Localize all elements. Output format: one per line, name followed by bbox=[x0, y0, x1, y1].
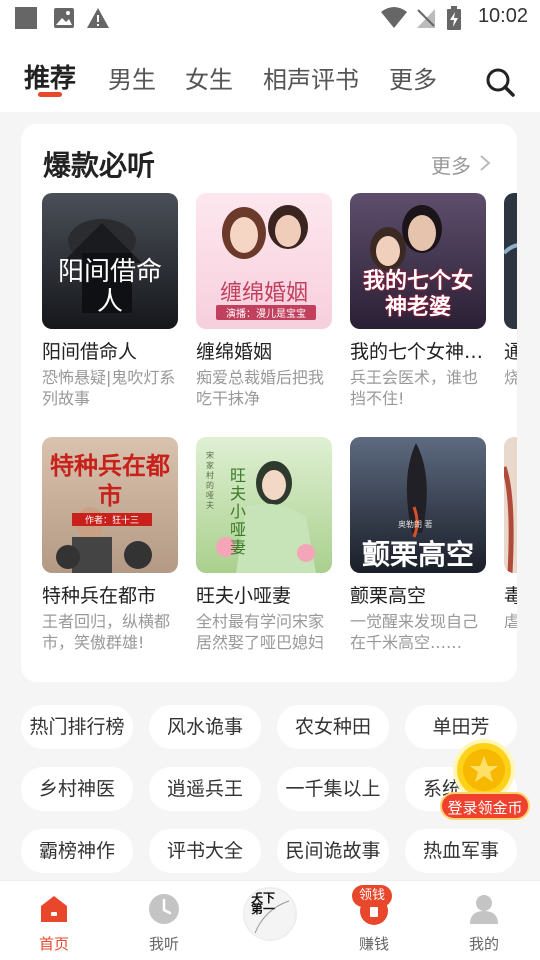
user-icon bbox=[470, 895, 498, 924]
nav-profile[interactable]: 我的 bbox=[430, 881, 538, 960]
cover-title: 特种兵在都市 bbox=[50, 452, 170, 510]
tag-chip[interactable]: 农女种田 bbox=[277, 705, 389, 749]
tab-recommend[interactable]: 推荐 bbox=[24, 58, 76, 95]
cover-title: 缠绵婚姻 bbox=[219, 281, 308, 306]
nav-label: 赚钱 bbox=[358, 935, 389, 953]
book-title: 我的七个女神… bbox=[350, 341, 484, 363]
book-cover[interactable] bbox=[504, 193, 517, 329]
now-playing-disc[interactable]: 天下第一 bbox=[243, 887, 297, 941]
top-tab-bar: 推荐 男生 女生 相声评书 更多 bbox=[0, 36, 540, 112]
book-description: 虐个 bbox=[504, 612, 517, 631]
book-description: 兵王会医术，谁也挡不住! bbox=[350, 368, 479, 408]
no-signal-icon bbox=[417, 9, 435, 28]
cover-title: 阳间借命人 bbox=[57, 257, 162, 317]
cover-title: 我的七个女神老婆 bbox=[362, 269, 473, 320]
book-title: 旺夫小哑妻 bbox=[196, 585, 292, 607]
nav-label: 我的 bbox=[468, 935, 499, 953]
earn-badge: 领钱 bbox=[352, 885, 392, 907]
bottom-nav: 首页 我听 天下第一 领钱 赚钱 我的 bbox=[0, 880, 540, 960]
book-cover[interactable]: 缠绵婚姻 演播：漫儿是宝宝 bbox=[196, 193, 332, 329]
clock-icon bbox=[149, 894, 179, 924]
tab-male[interactable]: 男生 bbox=[108, 60, 156, 95]
home-icon bbox=[41, 896, 67, 922]
nav-listening[interactable]: 我听 bbox=[110, 881, 218, 960]
cover-title: 旺夫小哑妻 bbox=[230, 466, 247, 557]
tag-chip[interactable]: 一千集以上 bbox=[277, 767, 389, 811]
book-title: 阳间借命人 bbox=[42, 341, 138, 363]
nav-label: 我听 bbox=[148, 935, 179, 953]
tab-crosstalk-storytelling[interactable]: 相声评书 bbox=[263, 60, 359, 95]
book-cover[interactable]: 我的七个女神老婆 bbox=[350, 193, 486, 329]
more-link[interactable]: 更多 bbox=[431, 150, 471, 179]
clock: 10:02 bbox=[477, 5, 528, 27]
battery-charging-icon bbox=[447, 6, 461, 30]
book-cover[interactable]: 旺夫小哑妻 宋家村的哑夫 bbox=[196, 437, 332, 573]
nav-earn[interactable]: 领钱 赚钱 bbox=[320, 881, 428, 960]
book-cover[interactable]: 阳间借命人 bbox=[42, 193, 178, 329]
book-description: 全村最有学问宋家居然娶了哑巴媳妇 bbox=[196, 612, 325, 652]
book-cover[interactable]: 特种兵在都市 作者：狂十三 bbox=[42, 437, 178, 573]
section-title: 爆款必听 bbox=[43, 149, 156, 182]
book-description: 王者回归，纵横都市，笑傲群雄! bbox=[42, 612, 171, 652]
active-tab-indicator bbox=[38, 92, 62, 97]
tab-female[interactable]: 女生 bbox=[185, 60, 233, 95]
book-cover[interactable]: 奥勒朗 著 颤栗高空 bbox=[350, 437, 486, 573]
app-notification-icon bbox=[15, 7, 37, 29]
nav-home[interactable]: 首页 bbox=[0, 881, 108, 960]
cover-subtitle: 奥勒朗 著 bbox=[398, 520, 433, 529]
hot-picks-card: 爆款必听 更多 阳间借命人 阳间借命人 恐怖悬疑|鬼吹灯系列故事 缠绵婚姻 演播… bbox=[21, 124, 517, 682]
status-bar: 10:02 bbox=[0, 0, 540, 36]
book-description: 恐怖悬疑|鬼吹灯系列故事 bbox=[42, 368, 176, 408]
cover-title: 颤栗高空 bbox=[361, 538, 474, 571]
book-title: 通 bbox=[504, 337, 517, 364]
nav-label: 首页 bbox=[38, 935, 69, 953]
tag-chip[interactable]: 评书大全 bbox=[149, 829, 261, 873]
image-icon bbox=[54, 8, 74, 28]
book-title: 缠绵婚姻 bbox=[196, 341, 273, 363]
tab-more[interactable]: 更多 bbox=[389, 60, 437, 95]
search-icon[interactable] bbox=[484, 66, 516, 98]
tag-chip[interactable]: 风水诡事 bbox=[149, 705, 261, 749]
tag-chip[interactable]: 热门排行榜 bbox=[21, 705, 133, 749]
wifi-icon bbox=[381, 7, 407, 28]
login-coin-button[interactable]: 登录领金币 bbox=[440, 738, 532, 824]
tag-chip[interactable]: 热血军事 bbox=[405, 829, 517, 873]
warning-icon bbox=[87, 8, 109, 28]
now-playing-title: 天下第一 bbox=[251, 891, 276, 916]
book-title: 特种兵在都市 bbox=[42, 585, 157, 607]
book-description: 一觉醒来发现自己在千米高空…… bbox=[350, 612, 479, 652]
book-title: 颤栗高空 bbox=[350, 585, 427, 607]
chevron-right-icon[interactable] bbox=[479, 154, 491, 172]
tag-chip[interactable]: 乡村神医 bbox=[21, 767, 133, 811]
book-description: 烧身 bbox=[504, 368, 517, 387]
cover-subtitle: 宋家村的哑夫 bbox=[206, 451, 214, 510]
tag-chip[interactable]: 霸榜神作 bbox=[21, 829, 133, 873]
book-cover[interactable] bbox=[504, 437, 517, 573]
cover-subtitle: 作者：狂十三 bbox=[72, 513, 152, 526]
tag-chip[interactable]: 逍遥兵王 bbox=[149, 767, 261, 811]
tag-chip[interactable]: 民间诡故事 bbox=[277, 829, 389, 873]
book-description: 痴爱总裁婚后把我吃干抹净 bbox=[196, 368, 325, 408]
login-coin-label[interactable]: 登录领金币 bbox=[440, 792, 530, 820]
cover-subtitle: 演播：漫儿是宝宝 bbox=[216, 305, 316, 320]
book-title: 毒 bbox=[504, 581, 517, 608]
